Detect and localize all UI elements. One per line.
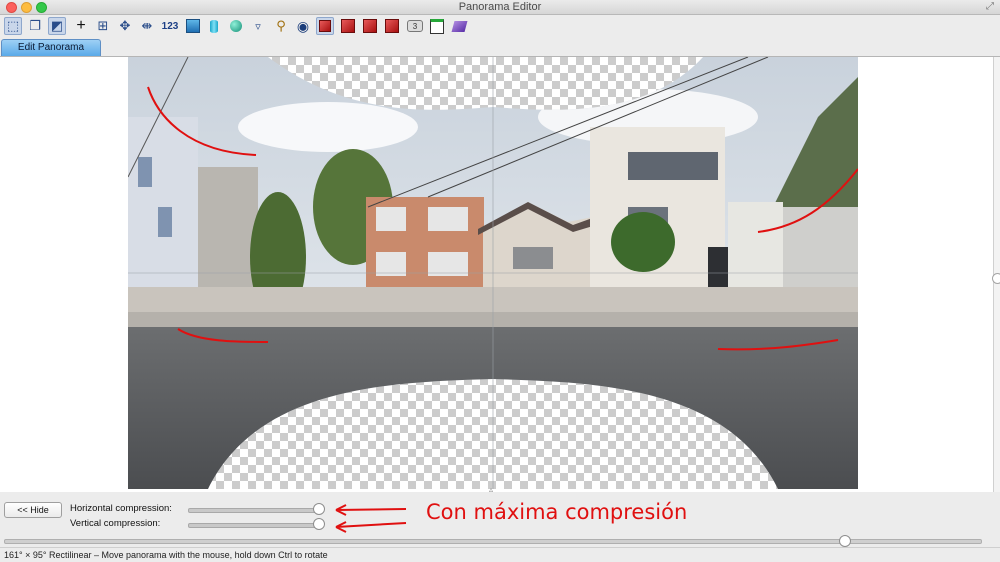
- fullscreen-icon[interactable]: ⤢: [986, 1, 994, 12]
- crop-icon[interactable]: ◩: [48, 17, 66, 35]
- tab-strip: Edit Panorama: [0, 38, 1000, 57]
- fit-icon[interactable]: ⇼: [138, 17, 156, 35]
- title-bar: Panorama Editor ⤢: [0, 0, 1000, 15]
- red-box-icon-2[interactable]: [361, 17, 379, 35]
- vertical-compression-label: Vertical compression:: [70, 518, 161, 529]
- vertical-scroll-knob[interactable]: [992, 273, 1000, 284]
- panorama-horizontal-knob[interactable]: [839, 535, 851, 547]
- badge-3-icon[interactable]: 3: [406, 17, 424, 35]
- tab-edit-panorama[interactable]: Edit Panorama: [1, 39, 101, 56]
- toolbar: ⬚ ❐ ◩ + ⊞ ✥ ⇼ 123 ▿ ⚲ ◉ 3: [0, 15, 1000, 37]
- rectilinear-icon[interactable]: [184, 17, 202, 35]
- status-bar: 161° × 95° Rectilinear – Move panorama w…: [0, 547, 1000, 562]
- numbers-icon[interactable]: 123: [159, 17, 181, 35]
- vertical-scroll-slider[interactable]: [992, 57, 1000, 492]
- panorama-canvas[interactable]: ▵: [0, 57, 993, 494]
- move-icon[interactable]: ✥: [116, 17, 134, 35]
- books-icon[interactable]: [450, 17, 468, 35]
- panorama-image: [128, 57, 858, 489]
- crosshair-icon[interactable]: +: [72, 17, 90, 35]
- vertical-compression-knob[interactable]: [313, 518, 325, 530]
- hide-button[interactable]: << Hide: [4, 502, 62, 518]
- annotation-text: Con máxima compresión: [426, 500, 688, 524]
- preview-eye-icon[interactable]: ◉: [294, 17, 312, 35]
- horizontal-compression-slider[interactable]: [188, 508, 321, 513]
- layers-icon[interactable]: ❐: [26, 17, 44, 35]
- triangle-icon[interactable]: ▿: [249, 17, 267, 35]
- window-icon[interactable]: [428, 17, 446, 35]
- panorama-preview[interactable]: [128, 57, 858, 489]
- zoom-icon[interactable]: ⚲: [272, 17, 290, 35]
- sphere-icon[interactable]: [227, 17, 245, 35]
- red-box-icon-3[interactable]: [383, 17, 401, 35]
- panorama-horizontal-slider[interactable]: [4, 539, 982, 544]
- horizontal-compression-knob[interactable]: [313, 503, 325, 515]
- horizontal-compression-label: Horizontal compression:: [70, 503, 172, 514]
- center-marker-icon: ▵: [489, 485, 494, 494]
- compression-controls: << Hide Horizontal compression: Vertical…: [0, 495, 1000, 547]
- red-box-icon-1[interactable]: [339, 17, 357, 35]
- annotation-arrows: [335, 504, 407, 533]
- center-icon[interactable]: ⊞: [94, 17, 112, 35]
- cylinder-icon[interactable]: [205, 17, 223, 35]
- select-tool-icon[interactable]: ⬚: [4, 17, 22, 35]
- vertical-compression-slider[interactable]: [188, 523, 321, 528]
- red-frame-icon[interactable]: [316, 17, 334, 35]
- window-title: Panorama Editor: [458, 1, 542, 13]
